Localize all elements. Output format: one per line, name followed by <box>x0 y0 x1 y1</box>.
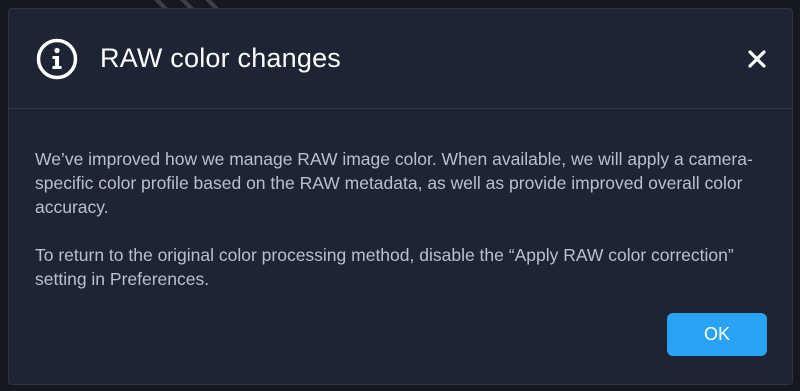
dialog-paragraph-2: To return to the original color processi… <box>35 245 734 289</box>
dialog-body: We’ve improved how we manage RAW image c… <box>35 147 775 315</box>
close-icon[interactable] <box>746 48 768 70</box>
dialog-paragraph-1: We’ve improved how we manage RAW image c… <box>35 149 753 217</box>
dialog-title: RAW color changes <box>100 43 341 73</box>
dialog-header: RAW color changes <box>9 9 792 109</box>
ok-button[interactable]: OK <box>667 313 767 356</box>
raw-color-changes-dialog: RAW color changes We’ve improved how we … <box>8 8 793 385</box>
info-icon <box>36 38 78 80</box>
